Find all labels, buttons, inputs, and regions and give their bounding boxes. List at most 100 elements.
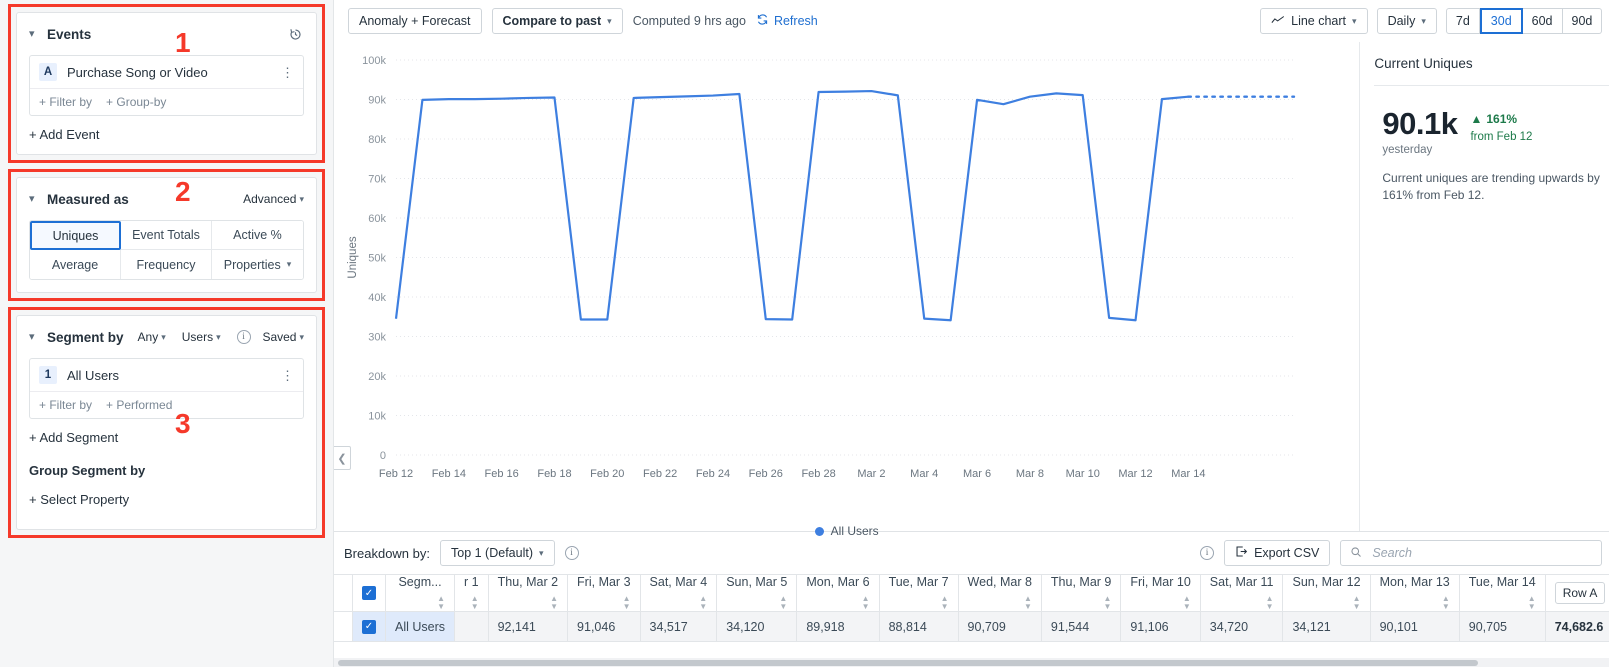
info-icon[interactable]: i [237,330,251,344]
segment-filter-by-button[interactable]: + Filter by [39,398,92,412]
segment-users-dropdown[interactable]: Users ▾ [182,330,221,344]
range-7d[interactable]: 7d [1446,8,1480,34]
table-col-3[interactable]: Sat, Mar 4▲▼ [640,575,717,612]
table-col-12[interactable]: Mon, Mar 13▲▼ [1370,575,1459,612]
search-input[interactable] [1370,545,1592,561]
chevron-down-icon[interactable]: ▾ [29,330,39,343]
scrollbar-thumb[interactable] [338,660,1478,666]
sort-icon[interactable]: ▲▼ [1442,595,1450,611]
info-icon[interactable]: i [1200,546,1214,560]
measure-option-properties[interactable]: Properties ▾ [212,250,303,279]
advanced-dropdown[interactable]: Advanced ▾ [243,192,304,206]
sort-icon[interactable]: ▲▼ [1024,595,1032,611]
chevron-down-icon[interactable]: ▾ [29,27,39,40]
range-60d[interactable]: 60d [1523,8,1563,34]
row-select-cell[interactable]: ✓ [353,612,386,642]
add-segment-button[interactable]: + Add Segment [29,430,304,445]
sort-icon[interactable]: ▲▼ [1103,595,1111,611]
table-row[interactable]: ✓ All Users 92,141 91,046 34,517 34,120 … [334,612,1609,642]
measure-option-frequency[interactable]: Frequency [121,250,212,279]
segment-saved-dropdown[interactable]: Saved ▾ [262,330,304,344]
segment-more-icon[interactable]: ⋮ [281,369,294,382]
measure-option-active-pct[interactable]: Active % [212,221,303,250]
refresh-button[interactable]: Refresh [756,13,818,29]
table-col-5[interactable]: Mon, Mar 6▲▼ [797,575,879,612]
search-icon [1350,546,1362,561]
anomaly-forecast-button[interactable]: Anomaly + Forecast [348,8,482,34]
select-all-checkbox[interactable]: ✓ [362,586,376,600]
segment-badge: 1 [39,366,57,384]
chart-container: 010k20k30k40k50k60k70k80k90k100kUniquesF… [334,42,1360,531]
row-cell-3: 34,517 [640,612,717,642]
svg-text:40k: 40k [368,292,386,304]
table-col-2[interactable]: Fri, Mar 3▲▼ [568,575,640,612]
event-more-icon[interactable]: ⋮ [281,66,294,79]
sort-icon[interactable]: ▲▼ [471,595,479,611]
measure-option-average[interactable]: Average [30,250,121,279]
table-horizontal-scrollbar[interactable] [334,658,1609,667]
segment-performed-button[interactable]: + Performed [106,398,172,412]
breakdown-by-dropdown[interactable]: Top 1 (Default) ▾ [440,540,555,566]
granularity-button[interactable]: Daily ▾ [1377,8,1437,34]
select-property-button[interactable]: + Select Property [29,492,304,507]
sort-icon[interactable]: ▲▼ [1353,595,1361,611]
sort-icon[interactable]: ▲▼ [941,595,949,611]
row-cell-4: 34,120 [717,612,797,642]
measure-option-event-totals[interactable]: Event Totals [121,221,212,250]
event-history-icon[interactable] [286,25,304,43]
add-event-button[interactable]: + Add Event [29,127,304,142]
table-col-7[interactable]: Wed, Mar 8▲▼ [958,575,1041,612]
row-cell-6: 88,814 [879,612,958,642]
summary-panel: Current Uniques 90.1k yesterday ▲ 161% f… [1360,42,1609,531]
sort-icon[interactable]: ▲▼ [437,595,445,611]
range-30d[interactable]: 30d [1480,8,1523,34]
segment-column-header[interactable]: Segm... ▲▼ [386,575,455,612]
sort-icon[interactable]: ▲▼ [862,595,870,611]
segment-item[interactable]: 1 All Users ⋮ + Filter by + Performed [29,358,304,419]
table-col-13[interactable]: Tue, Mar 14▲▼ [1459,575,1545,612]
row-action-button[interactable]: Row A [1555,582,1606,604]
event-filter-by-button[interactable]: + Filter by [39,95,92,109]
sort-icon[interactable]: ▲▼ [1266,595,1274,611]
sort-icon[interactable]: ▲▼ [779,595,787,611]
event-item-row[interactable]: A Purchase Song or Video ⋮ [30,56,303,88]
segment-any-dropdown[interactable]: Any ▾ [138,330,166,344]
row-cell-1: 92,141 [488,612,567,642]
event-group-by-button[interactable]: + Group-by [106,95,166,109]
range-90d[interactable]: 90d [1563,8,1603,34]
event-name: Purchase Song or Video [67,65,208,80]
export-csv-button[interactable]: Export CSV [1224,540,1330,566]
table-col-4[interactable]: Sun, Mar 5▲▼ [717,575,797,612]
chevron-down-icon[interactable]: ▾ [29,192,39,205]
table-col-6[interactable]: Tue, Mar 7▲▼ [879,575,958,612]
event-badge: A [39,63,57,81]
table-col-0[interactable]: r 1 ▲▼ [455,575,489,612]
sort-icon[interactable]: ▲▼ [699,595,707,611]
table-col-1[interactable]: Thu, Mar 2▲▼ [488,575,567,612]
sort-icon[interactable]: ▲▼ [1183,595,1191,611]
segment-any-label: Any [138,330,159,344]
table-col-8[interactable]: Thu, Mar 9▲▼ [1041,575,1120,612]
segment-item-row[interactable]: 1 All Users ⋮ [30,359,303,391]
select-all-header[interactable]: ✓ [353,575,386,612]
row-checkbox[interactable]: ✓ [362,620,376,634]
compare-to-past-button[interactable]: Compare to past ▾ [492,8,623,34]
sort-icon[interactable]: ▲▼ [1528,595,1536,611]
row-cell-13: 90,705 [1459,612,1545,642]
row-action-header[interactable]: Row A [1545,575,1609,612]
sort-icon[interactable]: ▲▼ [623,595,631,611]
table-col-10[interactable]: Sat, Mar 11▲▼ [1200,575,1283,612]
svg-text:100k: 100k [362,55,386,67]
table-search[interactable] [1340,540,1602,566]
svg-text:50k: 50k [368,253,386,265]
info-icon[interactable]: i [565,546,579,560]
collapse-panel-button[interactable]: ❮ [334,446,351,470]
sort-icon[interactable]: ▲▼ [550,595,558,611]
measure-option-uniques[interactable]: Uniques [30,221,121,250]
table-col-11[interactable]: Sun, Mar 12▲▼ [1283,575,1370,612]
svg-text:Feb 12: Feb 12 [379,468,413,480]
table-col-9[interactable]: Fri, Mar 10▲▼ [1121,575,1200,612]
chart-type-button[interactable]: Line chart ▾ [1260,8,1367,34]
event-item[interactable]: A Purchase Song or Video ⋮ + Filter by +… [29,55,304,116]
summary-delta-value: 161% [1486,112,1517,126]
